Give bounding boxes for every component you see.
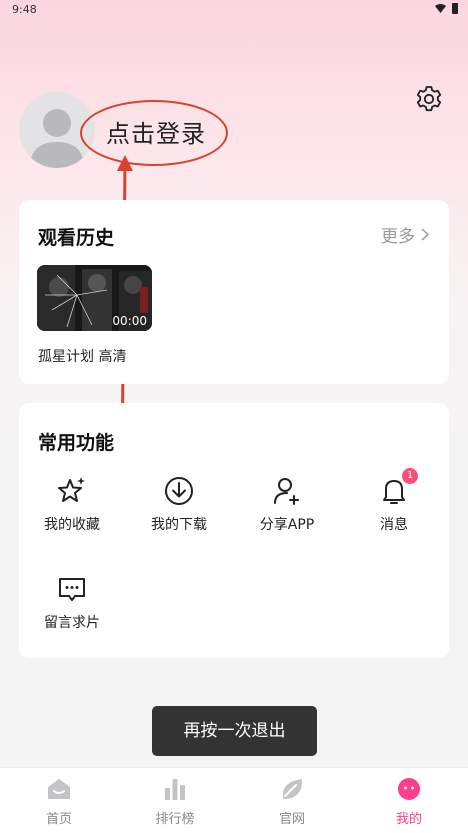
request-movie-button[interactable]: 留言求片 xyxy=(22,573,122,632)
favorites-button[interactable]: 我的收藏 xyxy=(22,475,122,534)
favorites-label: 我的收藏 xyxy=(44,517,100,533)
exit-toast: 再按一次退出 xyxy=(152,706,317,756)
request-movie-label: 留言求片 xyxy=(44,615,100,631)
tab-ranking-label: 排行榜 xyxy=(155,812,195,827)
battery-icon xyxy=(452,3,458,14)
video-title[interactable]: 孤星计划 高清 xyxy=(38,346,126,366)
functions-card: 常用功能 我的收藏 我的下载 分享APP 1 消息 留言求片 xyxy=(19,403,449,658)
message-badge: 1 xyxy=(402,468,418,484)
tab-profile-label: 我的 xyxy=(395,812,422,827)
tab-profile[interactable]: 我的 xyxy=(369,776,449,827)
tab-home[interactable]: 首页 xyxy=(19,776,99,827)
leaf-icon xyxy=(282,779,303,799)
profile-face-icon xyxy=(398,778,420,800)
tab-website[interactable]: 官网 xyxy=(252,776,332,827)
login-link[interactable]: 点击登录 xyxy=(106,114,206,149)
tab-website-label: 官网 xyxy=(278,812,305,827)
video-thumbnail[interactable]: 00:00 xyxy=(37,265,152,331)
more-label: 更多 xyxy=(381,227,415,247)
share-app-button[interactable]: 分享APP xyxy=(237,475,337,534)
status-time: 9:48 xyxy=(12,3,37,16)
ranking-icon xyxy=(165,779,185,800)
default-user-icon xyxy=(30,109,84,168)
tab-home-label: 首页 xyxy=(45,812,72,827)
functions-title: 常用功能 xyxy=(38,432,115,454)
user-add-icon xyxy=(274,478,299,505)
downloads-label: 我的下载 xyxy=(151,517,207,533)
chevron-right-icon xyxy=(421,228,429,241)
history-title: 观看历史 xyxy=(38,227,115,249)
watch-history-card: 观看历史 更多 00:00 孤星计划 高清 xyxy=(19,200,449,384)
bottom-tab-bar: 首页 排行榜 官网 我的 xyxy=(0,767,468,833)
download-icon xyxy=(165,477,193,505)
messages-button[interactable]: 1 消息 xyxy=(344,468,444,534)
wifi-icon xyxy=(435,4,446,13)
status-icons xyxy=(435,3,458,14)
message-icon xyxy=(59,578,85,601)
share-app-label: 分享APP xyxy=(259,517,315,533)
tab-ranking[interactable]: 排行榜 xyxy=(135,776,215,827)
video-duration: 00:00 xyxy=(112,314,147,328)
gear-icon[interactable] xyxy=(414,84,444,114)
star-sparkle-icon xyxy=(58,477,85,502)
avatar[interactable] xyxy=(19,92,95,168)
home-icon xyxy=(48,779,70,799)
downloads-button[interactable]: 我的下载 xyxy=(129,475,229,534)
more-link[interactable]: 更多 xyxy=(381,222,429,247)
messages-label: 消息 xyxy=(380,517,408,533)
status-bar: 9:48 xyxy=(0,0,468,22)
